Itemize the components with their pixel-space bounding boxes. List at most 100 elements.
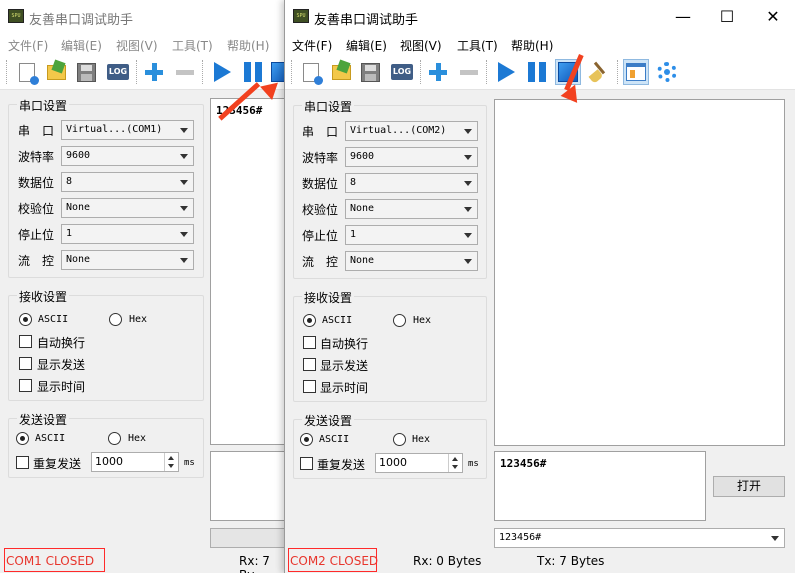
- interval-value: 1000: [379, 456, 407, 469]
- menu-file[interactable]: 文件(F): [8, 37, 48, 54]
- stopbits-select[interactable]: 1: [61, 224, 194, 244]
- receive-textarea[interactable]: [494, 99, 785, 446]
- auto-wrap-label: 自动换行: [37, 336, 86, 350]
- add-button[interactable]: [425, 59, 451, 85]
- recv-hex-radio[interactable]: [393, 314, 406, 327]
- interval-value: 1000: [95, 455, 123, 468]
- title-bar[interactable]: SPU 友善串口调试助手: [0, 0, 284, 34]
- chevron-down-icon: [180, 154, 188, 159]
- maximize-button[interactable]: ☐: [704, 0, 750, 34]
- databits-select[interactable]: 8: [345, 173, 478, 193]
- send-textarea[interactable]: [210, 451, 284, 521]
- menu-edit[interactable]: 编辑(E): [61, 37, 102, 54]
- menu-view[interactable]: 视图(V): [116, 37, 158, 54]
- history-select[interactable]: [210, 528, 284, 548]
- send-ascii-radio[interactable]: [300, 433, 313, 446]
- auto-wrap-checkbox[interactable]: [303, 336, 316, 349]
- recv-ascii-label: ASCII: [322, 315, 353, 326]
- databits-label: 数据位: [18, 176, 55, 190]
- new-file-icon: [303, 62, 323, 85]
- show-time-checkbox[interactable]: [303, 380, 316, 393]
- spin-buttons[interactable]: [164, 453, 178, 471]
- send-textarea[interactable]: 123456#: [494, 451, 706, 521]
- menu-tools[interactable]: 工具(T): [457, 37, 498, 54]
- send-hex-label: Hex: [128, 433, 147, 444]
- interval-spinbox[interactable]: 1000: [375, 453, 463, 473]
- save-button[interactable]: [73, 59, 99, 85]
- play-button[interactable]: [493, 59, 519, 85]
- repeat-send-label: 重复发送: [33, 457, 82, 471]
- databits-value: 8: [350, 177, 357, 188]
- log-icon: LOG: [391, 64, 413, 80]
- repeat-send-checkbox[interactable]: [300, 457, 313, 470]
- pause-button[interactable]: [240, 59, 266, 85]
- minus-icon: [460, 69, 478, 75]
- clear-button[interactable]: [586, 59, 612, 85]
- baud-label: 波特率: [18, 150, 55, 164]
- menu-tools[interactable]: 工具(T): [172, 37, 213, 54]
- group-title: 发送设置: [302, 412, 355, 429]
- recv-ascii-radio[interactable]: [19, 313, 32, 326]
- chevron-down-icon: [464, 233, 472, 238]
- recv-hex-radio[interactable]: [109, 313, 122, 326]
- show-send-checkbox[interactable]: [303, 358, 316, 371]
- parity-select[interactable]: None: [61, 198, 194, 218]
- close-button[interactable]: ✕: [750, 0, 795, 34]
- new-file-button[interactable]: [14, 59, 40, 85]
- menu-help[interactable]: 帮助(H): [227, 37, 269, 54]
- port-value: Virtual...(COM2): [350, 125, 447, 136]
- port-select[interactable]: Virtual...(COM1): [61, 120, 194, 140]
- play-button[interactable]: [209, 59, 235, 85]
- add-button[interactable]: [141, 59, 167, 85]
- minimize-button[interactable]: —: [660, 0, 706, 34]
- open-button[interactable]: [328, 59, 354, 85]
- remove-button[interactable]: [172, 59, 198, 85]
- auto-wrap-checkbox[interactable]: [19, 335, 32, 348]
- receive-textarea[interactable]: 123456#: [210, 98, 284, 445]
- port-select[interactable]: Virtual...(COM2): [345, 121, 478, 141]
- chevron-down-icon: [771, 536, 779, 541]
- parity-value: None: [66, 202, 91, 213]
- parity-select[interactable]: None: [345, 199, 478, 219]
- flowcontrol-select[interactable]: None: [61, 250, 194, 270]
- recv-ascii-radio[interactable]: [303, 314, 316, 327]
- log-button[interactable]: LOG: [105, 59, 131, 85]
- show-send-label: 显示发送: [320, 359, 369, 373]
- flowcontrol-select[interactable]: None: [345, 251, 478, 271]
- spin-buttons[interactable]: [448, 454, 462, 472]
- chevron-down-icon: [180, 128, 188, 133]
- window-button[interactable]: [623, 59, 649, 85]
- show-send-checkbox[interactable]: [19, 357, 32, 370]
- send-ascii-label: ASCII: [319, 434, 350, 445]
- save-button[interactable]: [357, 59, 383, 85]
- databits-select[interactable]: 8: [61, 172, 194, 192]
- open-button[interactable]: [43, 59, 69, 85]
- show-time-checkbox[interactable]: [19, 379, 32, 392]
- menu-view[interactable]: 视图(V): [400, 37, 442, 54]
- chevron-down-icon: [464, 207, 472, 212]
- repeat-send-checkbox[interactable]: [16, 456, 29, 469]
- pause-button[interactable]: [524, 59, 550, 85]
- baud-select[interactable]: 9600: [345, 147, 478, 167]
- new-file-button[interactable]: [298, 59, 324, 85]
- history-value: 123456#: [499, 532, 542, 543]
- settings-button[interactable]: [654, 59, 680, 85]
- stopbits-select[interactable]: 1: [345, 225, 478, 245]
- remove-button[interactable]: [456, 59, 482, 85]
- send-hex-radio[interactable]: [393, 433, 406, 446]
- repeat-send-label: 重复发送: [317, 458, 366, 472]
- send-ascii-radio[interactable]: [16, 432, 29, 445]
- title-bar[interactable]: SPU 友善串口调试助手 — ☐ ✕: [285, 0, 795, 34]
- interval-spinbox[interactable]: 1000: [91, 452, 179, 472]
- send-hex-radio[interactable]: [108, 432, 121, 445]
- open-port-button[interactable]: 打开: [713, 476, 785, 497]
- menu-help[interactable]: 帮助(H): [511, 37, 553, 54]
- databits-value: 8: [66, 176, 73, 187]
- history-select[interactable]: 123456#: [494, 528, 785, 548]
- log-button[interactable]: LOG: [389, 59, 415, 85]
- show-time-label: 显示时间: [37, 380, 86, 394]
- baud-select[interactable]: 9600: [61, 146, 194, 166]
- flowcontrol-label: 流 控: [18, 254, 55, 268]
- menu-file[interactable]: 文件(F): [292, 37, 332, 54]
- menu-edit[interactable]: 编辑(E): [346, 37, 387, 54]
